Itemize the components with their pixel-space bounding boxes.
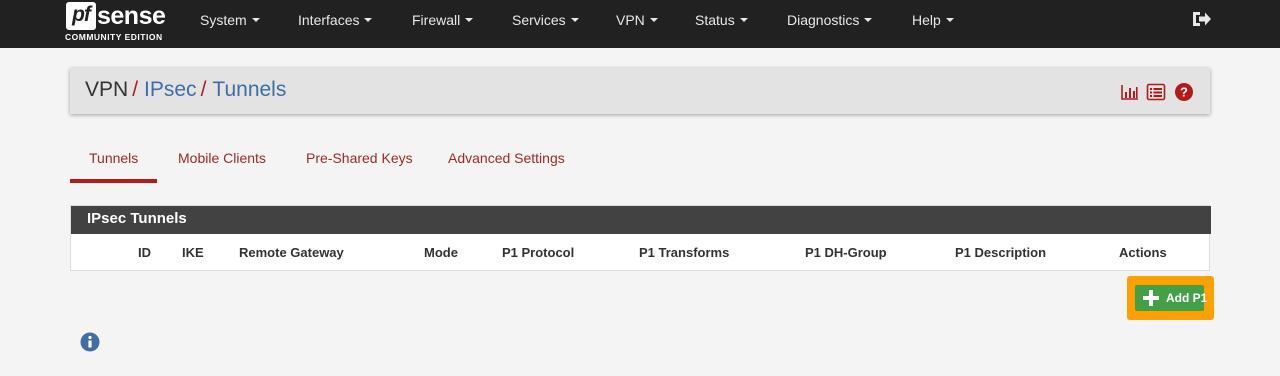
caret-down-icon <box>364 18 373 23</box>
plus-icon <box>1143 290 1159 306</box>
caret-down-icon <box>739 18 748 23</box>
caret-down-icon <box>864 18 873 23</box>
ipsec-tunnels-panel: IPsec Tunnels ID IKE Remote Gateway Mode… <box>70 205 1211 271</box>
column-header-ike: IKE <box>182 245 204 260</box>
help-icon[interactable]: ? <box>1174 82 1194 102</box>
nav-firewall[interactable]: Firewall <box>412 0 474 40</box>
column-header-p1-description: P1 Description <box>955 245 1047 260</box>
tab-pre-shared-keys[interactable]: Pre-Shared Keys <box>306 150 413 166</box>
logo-mark: pf <box>66 2 96 30</box>
panel-title: IPsec Tunnels <box>87 210 187 227</box>
breadcrumb-separator: / <box>132 78 139 101</box>
nav-label: Services <box>512 12 566 28</box>
column-header-p1-transforms: P1 Transforms <box>639 245 730 260</box>
nav-label: VPN <box>616 12 645 28</box>
column-header-p1-dh-group: P1 DH-Group <box>805 245 887 260</box>
tab-mobile-clients[interactable]: Mobile Clients <box>178 150 266 166</box>
pfsense-logo[interactable]: pf sense COMMUNITY EDITION <box>65 2 174 42</box>
nav-label: Status <box>695 12 735 28</box>
add-p1-button[interactable]: Add P1 <box>1135 285 1208 311</box>
column-header-id: ID <box>138 245 151 260</box>
nav-system[interactable]: System <box>200 0 260 40</box>
nav-services[interactable]: Services <box>512 0 579 40</box>
breadcrumb: VPN / IPsec / Tunnels ? <box>70 68 1210 114</box>
nav-vpn[interactable]: VPN <box>616 0 658 40</box>
caret-down-icon <box>465 18 474 23</box>
top-navbar: pf sense COMMUNITY EDITION System Interf… <box>0 0 1280 48</box>
active-tab-indicator <box>70 179 157 183</box>
add-p1-label: Add P1 <box>1166 291 1208 305</box>
caret-down-icon <box>251 18 260 23</box>
nav-interfaces[interactable]: Interfaces <box>298 0 373 40</box>
column-header-remote-gateway: Remote Gateway <box>239 245 344 260</box>
info-circle-icon[interactable] <box>80 332 100 352</box>
nav-diagnostics[interactable]: Diagnostics <box>787 0 873 40</box>
nav-label: Interfaces <box>298 12 360 28</box>
nav-label: Help <box>912 12 941 28</box>
breadcrumb-separator: / <box>200 78 207 101</box>
panel-heading: IPsec Tunnels <box>71 206 1211 234</box>
sign-out-icon[interactable] <box>1192 10 1212 28</box>
column-header-mode: Mode <box>424 245 458 260</box>
column-header-actions: Actions <box>1119 245 1167 260</box>
nav-help[interactable]: Help <box>912 0 954 40</box>
nav-label: System <box>200 12 247 28</box>
caret-down-icon <box>649 18 658 23</box>
breadcrumb-tunnels-link[interactable]: Tunnels <box>212 78 286 101</box>
svg-text:?: ? <box>1180 85 1188 100</box>
breadcrumb-ipsec-link[interactable]: IPsec <box>144 78 197 101</box>
nav-label: Diagnostics <box>787 12 860 28</box>
list-icon[interactable] <box>1146 82 1166 102</box>
nav-label: Firewall <box>412 12 461 28</box>
caret-down-icon <box>570 18 579 23</box>
caret-down-icon <box>945 18 954 23</box>
breadcrumb-root: VPN <box>85 78 129 101</box>
nav-status[interactable]: Status <box>695 0 748 40</box>
add-p1-highlight: Add P1 <box>1127 276 1214 320</box>
tab-advanced-settings[interactable]: Advanced Settings <box>448 150 565 166</box>
bar-chart-icon[interactable] <box>1120 82 1140 102</box>
tab-tunnels[interactable]: Tunnels <box>89 150 138 166</box>
column-header-p1-protocol: P1 Protocol <box>502 245 575 260</box>
logo-word: sense <box>97 2 166 30</box>
edition-label: COMMUNITY EDITION <box>65 32 163 42</box>
